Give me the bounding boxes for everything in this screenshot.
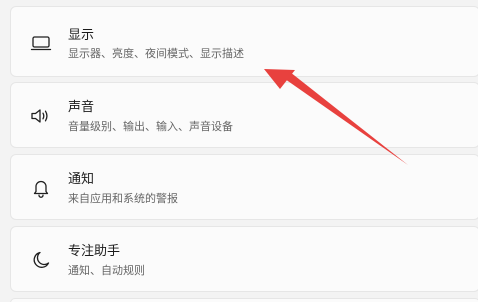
settings-item-title: 通知 (68, 172, 95, 187)
settings-item-description: 显示器、亮度、夜间模式、显示描述 (68, 47, 244, 60)
settings-page: 显示 显示器、亮度、夜间模式、显示描述 声音 音量级别、输出、输入、声音设备 通… (0, 0, 478, 302)
speaker-icon (29, 104, 53, 128)
settings-item-partial[interactable] (10, 298, 478, 302)
settings-item-focus-assist[interactable]: 专注助手 通知、自动规则 (10, 226, 478, 292)
settings-item-title: 专注助手 (68, 244, 121, 259)
moon-icon (29, 248, 53, 272)
settings-item-title: 显示 (68, 28, 95, 43)
bell-icon (29, 176, 53, 200)
settings-item-sound[interactable]: 声音 音量级别、输出、输入、声音设备 (10, 82, 478, 148)
settings-item-display[interactable]: 显示 显示器、亮度、夜间模式、显示描述 (10, 6, 478, 77)
settings-item-description: 通知、自动规则 (68, 264, 145, 277)
settings-item-title: 声音 (68, 100, 95, 115)
monitor-icon (29, 31, 53, 55)
settings-item-description: 音量级别、输出、输入、声音设备 (68, 120, 233, 133)
settings-item-description: 来自应用和系统的警报 (68, 192, 178, 205)
settings-item-notifications[interactable]: 通知 来自应用和系统的警报 (10, 154, 478, 220)
